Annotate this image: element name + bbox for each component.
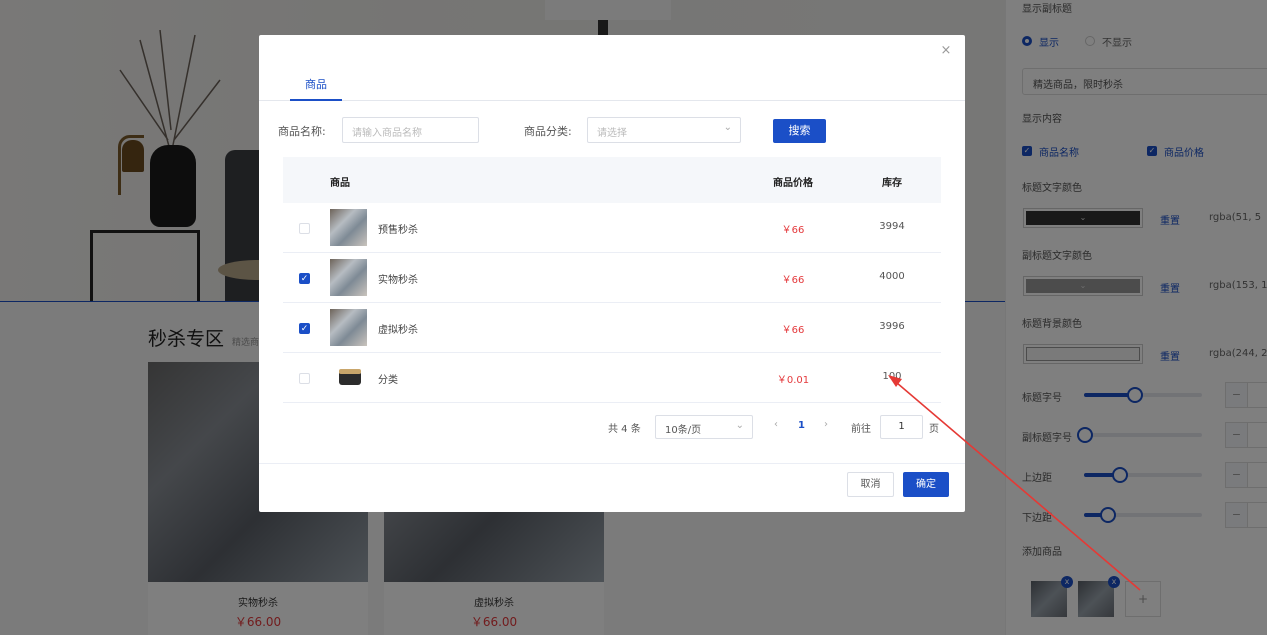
- row-checkbox[interactable]: [299, 223, 310, 234]
- page-size-select[interactable]: 10条/页 ⌄: [655, 415, 753, 439]
- page-size-value: 10条/页: [665, 425, 702, 436]
- row-price: ￥66: [781, 225, 805, 236]
- chevron-down-icon: ⌄: [735, 420, 744, 431]
- pagination-total: 共 4 条: [608, 424, 641, 435]
- dialog-footer-divider: [259, 463, 965, 464]
- goto-label: 前往: [851, 424, 871, 435]
- row-stock: 4000: [879, 271, 905, 282]
- current-page[interactable]: 1: [798, 420, 805, 431]
- filter-name-label: 商品名称:: [278, 125, 326, 138]
- table-row[interactable]: 分类 ￥0.01 100: [283, 353, 941, 403]
- search-button[interactable]: 搜索: [773, 119, 826, 143]
- prev-page-icon[interactable]: ‹: [774, 419, 778, 430]
- row-product-name: 虚拟秒杀: [378, 325, 418, 336]
- row-product-name: 预售秒杀: [378, 225, 418, 236]
- close-icon[interactable]: ×: [939, 44, 953, 58]
- product-thumbnail: [330, 259, 367, 296]
- row-price: ￥66: [781, 325, 805, 336]
- product-table: 商品 商品价格 库存 预售秒杀 ￥66 3994 ✓ 实物秒杀 ￥66 4000…: [283, 157, 941, 403]
- table-row[interactable]: 预售秒杀 ￥66 3994: [283, 203, 941, 253]
- row-product-name: 分类: [378, 375, 398, 386]
- column-product: 商品: [330, 178, 350, 189]
- chevron-down-icon: ⌄: [723, 122, 732, 133]
- tab-products[interactable]: 商品: [290, 76, 342, 101]
- next-page-icon[interactable]: ›: [824, 419, 828, 430]
- column-price: 商品价格: [773, 178, 813, 189]
- filter-category-label: 商品分类:: [524, 125, 572, 138]
- row-stock: 3994: [879, 221, 905, 232]
- table-header: 商品 商品价格 库存: [283, 157, 941, 203]
- row-stock: 100: [882, 371, 902, 382]
- row-price: ￥0.01: [776, 375, 810, 386]
- dialog-tabs: 商品: [259, 71, 965, 101]
- page-suffix: 页: [929, 424, 939, 435]
- cancel-button[interactable]: 取消: [847, 472, 894, 497]
- confirm-button[interactable]: 确定: [903, 472, 949, 497]
- product-name-input[interactable]: 请输入商品名称: [342, 117, 479, 143]
- jar-lid: [339, 369, 361, 374]
- row-product-name: 实物秒杀: [378, 275, 418, 286]
- row-checkbox[interactable]: ✓: [299, 323, 310, 334]
- row-checkbox[interactable]: ✓: [299, 273, 310, 284]
- category-select-placeholder: 请选择: [597, 128, 627, 139]
- column-stock: 库存: [882, 178, 902, 189]
- table-row[interactable]: ✓ 实物秒杀 ￥66 4000: [283, 253, 941, 303]
- product-thumbnail: [330, 209, 367, 246]
- category-select[interactable]: 请选择 ⌄: [587, 117, 741, 143]
- row-price: ￥66: [781, 275, 805, 286]
- product-thumbnail: [330, 359, 367, 396]
- row-stock: 3996: [879, 321, 905, 332]
- product-select-dialog: × 商品 商品名称: 请输入商品名称 商品分类: 请选择 ⌄ 搜索 商品 商品价…: [259, 35, 965, 512]
- row-checkbox[interactable]: [299, 373, 310, 384]
- goto-page-input[interactable]: 1: [880, 415, 923, 439]
- table-row[interactable]: ✓ 虚拟秒杀 ￥66 3996: [283, 303, 941, 353]
- product-thumbnail: [330, 309, 367, 346]
